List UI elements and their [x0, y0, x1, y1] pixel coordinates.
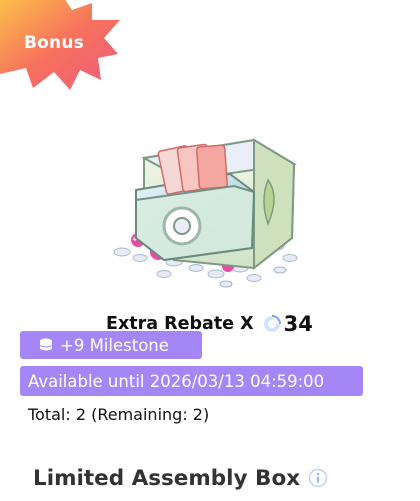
treasure-chest-icon: [113, 138, 298, 288]
section-header: Limited Assembly Box: [33, 462, 328, 494]
total-remaining-text: Total: 2 (Remaining: 2): [28, 405, 210, 424]
reward-count: 34: [283, 312, 313, 336]
availability-label: Available until 2026/03/13 04:59:00: [28, 371, 325, 391]
bonus-label: Bonus: [24, 33, 84, 53]
milestone-label: +9 Milestone: [60, 335, 169, 355]
coin-stack-icon: [38, 337, 54, 353]
section-title: Limited Assembly Box: [33, 465, 301, 491]
rebate-token-icon: [262, 314, 282, 334]
bonus-badge: Bonus: [0, 0, 125, 92]
milestone-tag: +9 Milestone: [20, 331, 202, 359]
availability-tag: Available until 2026/03/13 04:59:00: [20, 366, 363, 396]
treasure-chest-image: [104, 128, 310, 296]
info-icon[interactable]: [308, 468, 328, 488]
